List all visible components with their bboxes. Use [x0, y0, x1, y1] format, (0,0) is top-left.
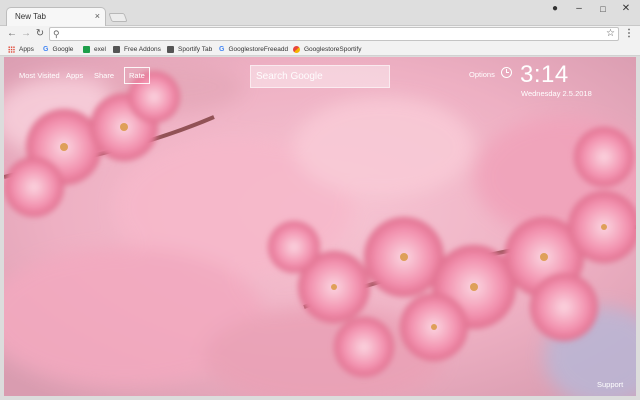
google-g-icon: G	[219, 46, 225, 53]
bookmark-label: Google	[52, 46, 74, 53]
address-bar[interactable]: ⚲ ☆	[49, 27, 619, 41]
bookmark-label: GooglestoreSportify	[304, 46, 362, 53]
minimize-icon[interactable]: –	[572, 3, 586, 15]
drive-icon	[293, 46, 300, 53]
page-icon	[167, 46, 174, 53]
sheets-icon	[83, 46, 90, 53]
page-icon	[113, 46, 120, 53]
maximize-icon[interactable]: □	[596, 3, 610, 15]
support-link[interactable]: Support	[597, 380, 623, 389]
address-input[interactable]	[66, 29, 586, 39]
bookmark-google[interactable]: G Google	[43, 44, 73, 55]
chrome-menu-icon[interactable]: ⋮	[624, 27, 634, 41]
tab-new-tab[interactable]: New Tab ×	[6, 7, 106, 26]
bookmark-free-addons[interactable]: Free Addons	[113, 44, 161, 55]
forward-arrow-icon[interactable]: →	[20, 27, 32, 41]
bookmark-googlestore-freeadd[interactable]: G GooglestoreFreeadd	[219, 44, 288, 55]
bookmark-label: exel	[94, 46, 106, 53]
new-tab-page: Most Visited Apps Share Rate Options 3:1…	[4, 57, 636, 396]
google-g-icon: G	[43, 46, 49, 53]
tab-close-icon[interactable]: ×	[95, 10, 100, 22]
bookmark-label: Apps	[19, 46, 34, 53]
apps-grid-icon	[8, 46, 15, 53]
close-window-icon[interactable]: ✕	[619, 3, 633, 15]
browser-toolbar: ← → ↻ ⚲ ☆ ⋮	[0, 26, 640, 43]
bookmarks-bar: Apps G Google exel Free Addons Sportify …	[0, 43, 640, 56]
most-visited-link[interactable]: Most Visited	[19, 71, 60, 80]
bookmark-googlestore-sportify[interactable]: GooglestoreSportify	[293, 44, 361, 55]
back-arrow-icon[interactable]: ←	[6, 27, 18, 41]
apps-link[interactable]: Apps	[66, 71, 83, 80]
google-search-box[interactable]	[250, 65, 390, 88]
clock-time: 3:14	[520, 61, 569, 88]
clock-icon[interactable]	[501, 67, 512, 78]
profile-icon[interactable]: ●	[548, 3, 562, 15]
options-link[interactable]: Options	[469, 70, 495, 79]
bookmark-apps[interactable]: Apps	[8, 44, 34, 55]
bookmark-exel[interactable]: exel	[83, 44, 106, 55]
share-link[interactable]: Share	[94, 71, 114, 80]
clock-date: Wednesday 2.5.2018	[521, 89, 592, 98]
tab-title: New Tab	[15, 12, 46, 21]
search-icon: ⚲	[53, 29, 60, 39]
bookmark-sportify-tab[interactable]: Sportify Tab	[167, 44, 212, 55]
title-bar: New Tab × ● – □ ✕	[0, 0, 640, 26]
cherry-blossom-background	[4, 57, 636, 396]
bookmark-label: Free Addons	[124, 46, 161, 53]
search-input[interactable]	[251, 66, 389, 87]
bookmark-label: Sportify Tab	[178, 46, 213, 53]
reload-icon[interactable]: ↻	[34, 27, 46, 41]
rate-button[interactable]: Rate	[124, 67, 150, 84]
new-tab-button[interactable]	[108, 13, 128, 22]
bookmark-star-icon[interactable]: ☆	[606, 27, 615, 41]
bookmark-label: GooglestoreFreeadd	[228, 46, 289, 53]
